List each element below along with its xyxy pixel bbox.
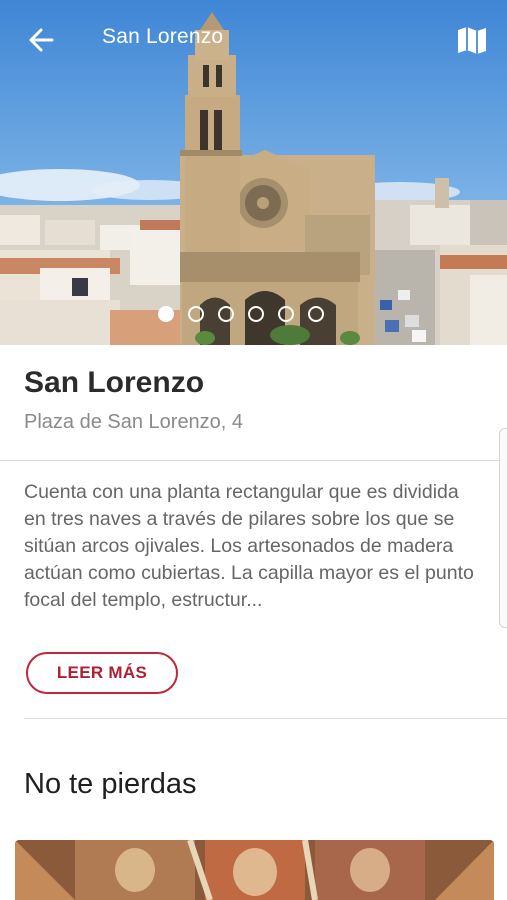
section-title: No te pierdas — [24, 768, 197, 800]
carousel-dot-6[interactable] — [308, 306, 324, 322]
carousel-dot-3[interactable] — [218, 306, 234, 322]
place-address: Plaza de San Lorenzo, 4 — [24, 411, 244, 433]
carousel-dot-1[interactable] — [158, 306, 174, 322]
recommendation-card[interactable] — [15, 840, 494, 900]
side-scroll-handle[interactable] — [499, 428, 507, 628]
divider — [0, 460, 507, 461]
place-title: San Lorenzo — [24, 366, 205, 399]
read-more-button[interactable]: LEER MÁS — [26, 652, 178, 694]
map-icon — [458, 27, 486, 54]
hero-image-carousel[interactable]: San Lorenzo — [0, 0, 507, 345]
arrow-left-icon — [29, 28, 54, 52]
top-bar: San Lorenzo — [0, 0, 507, 80]
fresco-photo — [15, 840, 494, 900]
divider — [24, 718, 507, 719]
carousel-indicator — [158, 306, 324, 322]
place-description: Cuenta con una planta rectangular que es… — [24, 481, 474, 611]
carousel-dot-4[interactable] — [248, 306, 264, 322]
map-button[interactable] — [452, 22, 492, 58]
carousel-dot-2[interactable] — [188, 306, 204, 322]
carousel-dot-5[interactable] — [278, 306, 294, 322]
back-button[interactable] — [22, 22, 62, 58]
header-title: San Lorenzo — [102, 25, 224, 48]
